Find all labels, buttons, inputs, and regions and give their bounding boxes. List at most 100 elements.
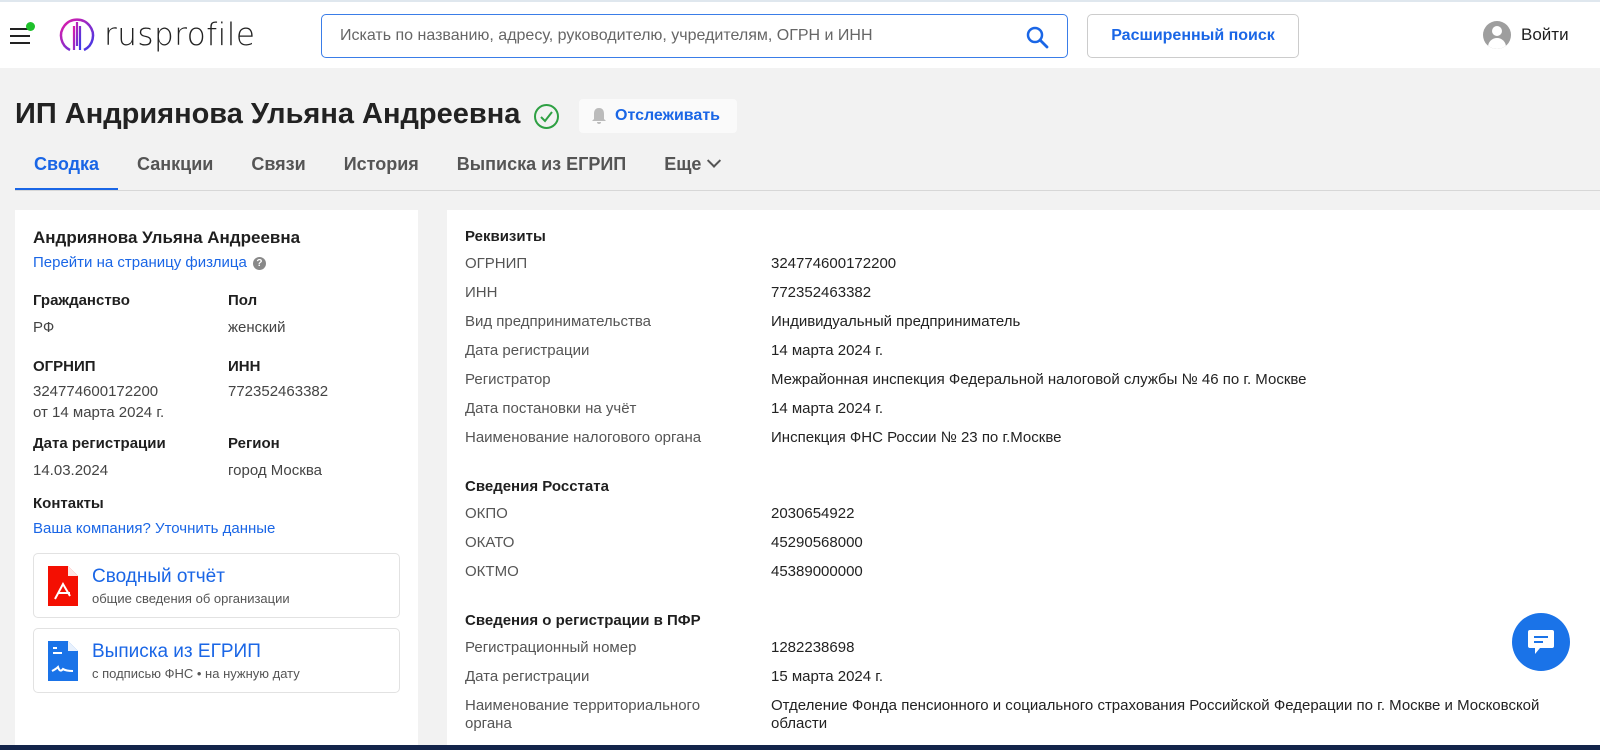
card-title: Выписка из ЕГРИП (92, 640, 261, 662)
detail-row: Регистрационный номер 1282238698 (465, 633, 1582, 662)
tab-egrip-extract[interactable]: Выписка из ЕГРИП (438, 142, 645, 190)
tab-connections[interactable]: Связи (232, 142, 324, 190)
chat-button[interactable] (1512, 613, 1570, 671)
update-data-link[interactable]: Ваша компания? Уточнить данные (33, 520, 400, 537)
detail-value: 1282238698 (771, 639, 855, 656)
detail-value: 324774600172200 (771, 255, 897, 272)
tab-more[interactable]: Еще (645, 142, 738, 190)
person-page-link[interactable]: Перейти на страницу физлица (33, 254, 247, 271)
signed-document-icon (48, 640, 78, 681)
search-input[interactable] (322, 15, 1002, 57)
detail-value: Индивидуальный предприниматель (771, 313, 1021, 330)
egrip-extract-card[interactable]: Выписка из ЕГРИП с подписью ФНС • на нужн… (33, 628, 400, 693)
section-title: Сведения Росстата (465, 478, 609, 495)
detail-key: Дата постановки на учёт (465, 400, 637, 417)
detail-row: Наименование территориального органа Отде… (465, 691, 1582, 733)
detail-value: 15 марта 2024 г. (771, 668, 884, 685)
detail-value: 2030654922 (771, 505, 855, 522)
detail-key: Дата регистрации (465, 342, 590, 359)
citizenship-value: РФ (33, 319, 55, 336)
verified-check-icon (534, 104, 559, 129)
ogrnip-date: от 14 марта 2024 г. (33, 404, 165, 421)
citizenship-label: Гражданство (33, 292, 130, 309)
advanced-search-button[interactable]: Расширенный поиск (1087, 14, 1299, 58)
detail-row: Дата постановки на учёт 14 марта 2024 г. (465, 394, 1582, 423)
detail-row: Дата регистрации 14 марта 2024 г. (465, 336, 1582, 365)
reg-date-label: Дата регистрации (33, 435, 166, 452)
bell-icon (592, 108, 606, 124)
detail-key: Наименование налогового органа (465, 429, 702, 446)
detail-value: 14 марта 2024 г. (771, 400, 884, 417)
detail-key: ИНН (465, 284, 498, 301)
track-button[interactable]: Отслеживать (579, 99, 737, 133)
detail-key: ОКТМО (465, 563, 519, 580)
tab-sanctions[interactable]: Санкции (118, 142, 232, 190)
inn-value: 772352463382 (228, 383, 329, 400)
page-title: ИП Андриянова Ульяна Андреевна (15, 98, 521, 130)
chat-icon (1528, 630, 1554, 654)
card-title: Сводный отчёт (92, 565, 225, 587)
detail-key: ОГРНИП (465, 255, 528, 272)
details-panel: Реквизиты ОГРНИП 324774600172200 ИНН 7723524… (447, 210, 1600, 750)
login-button[interactable]: Войти (1483, 21, 1569, 49)
tab-summary[interactable]: Сводка (15, 142, 119, 190)
card-subtitle: общие сведения об организации (92, 590, 290, 606)
user-icon (1483, 21, 1511, 49)
detail-row: Регистратор Межрайонная инспекция Федерал… (465, 365, 1582, 394)
logo-text: rusprofile (104, 17, 256, 53)
contacts-label: Контакты (33, 495, 104, 512)
detail-row: Дата регистрации 15 марта 2024 г. (465, 662, 1582, 691)
taskbar (0, 745, 1600, 750)
search-box (321, 14, 1068, 58)
track-label: Отслеживать (615, 107, 720, 124)
detail-value: 772352463382 (771, 284, 872, 301)
ogrnip-value: 324774600172200 (33, 383, 159, 400)
detail-row: ОКАТО 45290568000 (465, 528, 1582, 557)
detail-row: Наименование налогового органа Инспекция … (465, 423, 1582, 452)
region-label: Регион (228, 435, 280, 452)
pdf-icon (48, 565, 78, 606)
gender-label: Пол (228, 292, 258, 309)
login-label: Войти (1521, 25, 1569, 44)
detail-value: Инспекция ФНС России № 23 по г.Москве (771, 429, 1062, 446)
tab-bar: Сводка Санкции Связи История Выписка из … (15, 142, 1600, 191)
detail-key: ОКПО (465, 505, 508, 522)
tab-more-label: Еще (664, 154, 702, 174)
detail-key: Регистратор (465, 371, 551, 388)
detail-value: 45389000000 (771, 563, 863, 580)
person-card: Андриянова Ульяна Андреевна Перейти на с… (15, 210, 418, 750)
detail-key: Наименование территориального органа (465, 697, 701, 732)
region-value: город Москва (228, 462, 322, 479)
detail-value: 45290568000 (771, 534, 863, 551)
card-subtitle: с подписью ФНС • на нужную дату (92, 665, 300, 681)
menu-icon[interactable] (10, 22, 35, 44)
detail-row: ОГРНИП 324774600172200 (465, 249, 1582, 278)
detail-key: ОКАТО (465, 534, 515, 551)
detail-key: Регистрационный номер (465, 639, 637, 656)
person-name: Андриянова Ульяна Андреевна (33, 228, 301, 247)
section-title: Реквизиты (465, 228, 546, 245)
help-icon[interactable]: ? (252, 257, 266, 270)
logo-icon (59, 18, 95, 52)
top-header: rusprofile Расширенный поиск Войти (0, 0, 1600, 68)
reg-date-value: 14.03.2024 (33, 462, 109, 479)
section-title: Сведения о регистрации в ПФР (465, 612, 701, 629)
logo[interactable]: rusprofile (58, 16, 255, 54)
ogrnip-label: ОГРНИП (33, 358, 96, 375)
detail-row: Вид предпринимательства Индивидуальный пр… (465, 307, 1582, 336)
detail-value: 14 марта 2024 г. (771, 342, 884, 359)
summary-report-card[interactable]: Сводный отчёт общие сведения об организац… (33, 553, 400, 618)
detail-row: ИНН 772352463382 (465, 278, 1582, 307)
detail-row: ОКТМО 45389000000 (465, 557, 1582, 586)
inn-label: ИНН (228, 358, 261, 375)
tab-history[interactable]: История (325, 142, 438, 190)
search-icon[interactable] (1025, 25, 1049, 49)
detail-row: ОКПО 2030654922 (465, 499, 1582, 528)
detail-value: Отделение Фонда пенсионного и социальног… (771, 697, 1540, 732)
status-dot (26, 22, 35, 31)
detail-value: Межрайонная инспекция Федеральной налого… (771, 371, 1307, 388)
detail-key: Вид предпринимательства (465, 313, 651, 330)
gender-value: женский (228, 319, 286, 336)
